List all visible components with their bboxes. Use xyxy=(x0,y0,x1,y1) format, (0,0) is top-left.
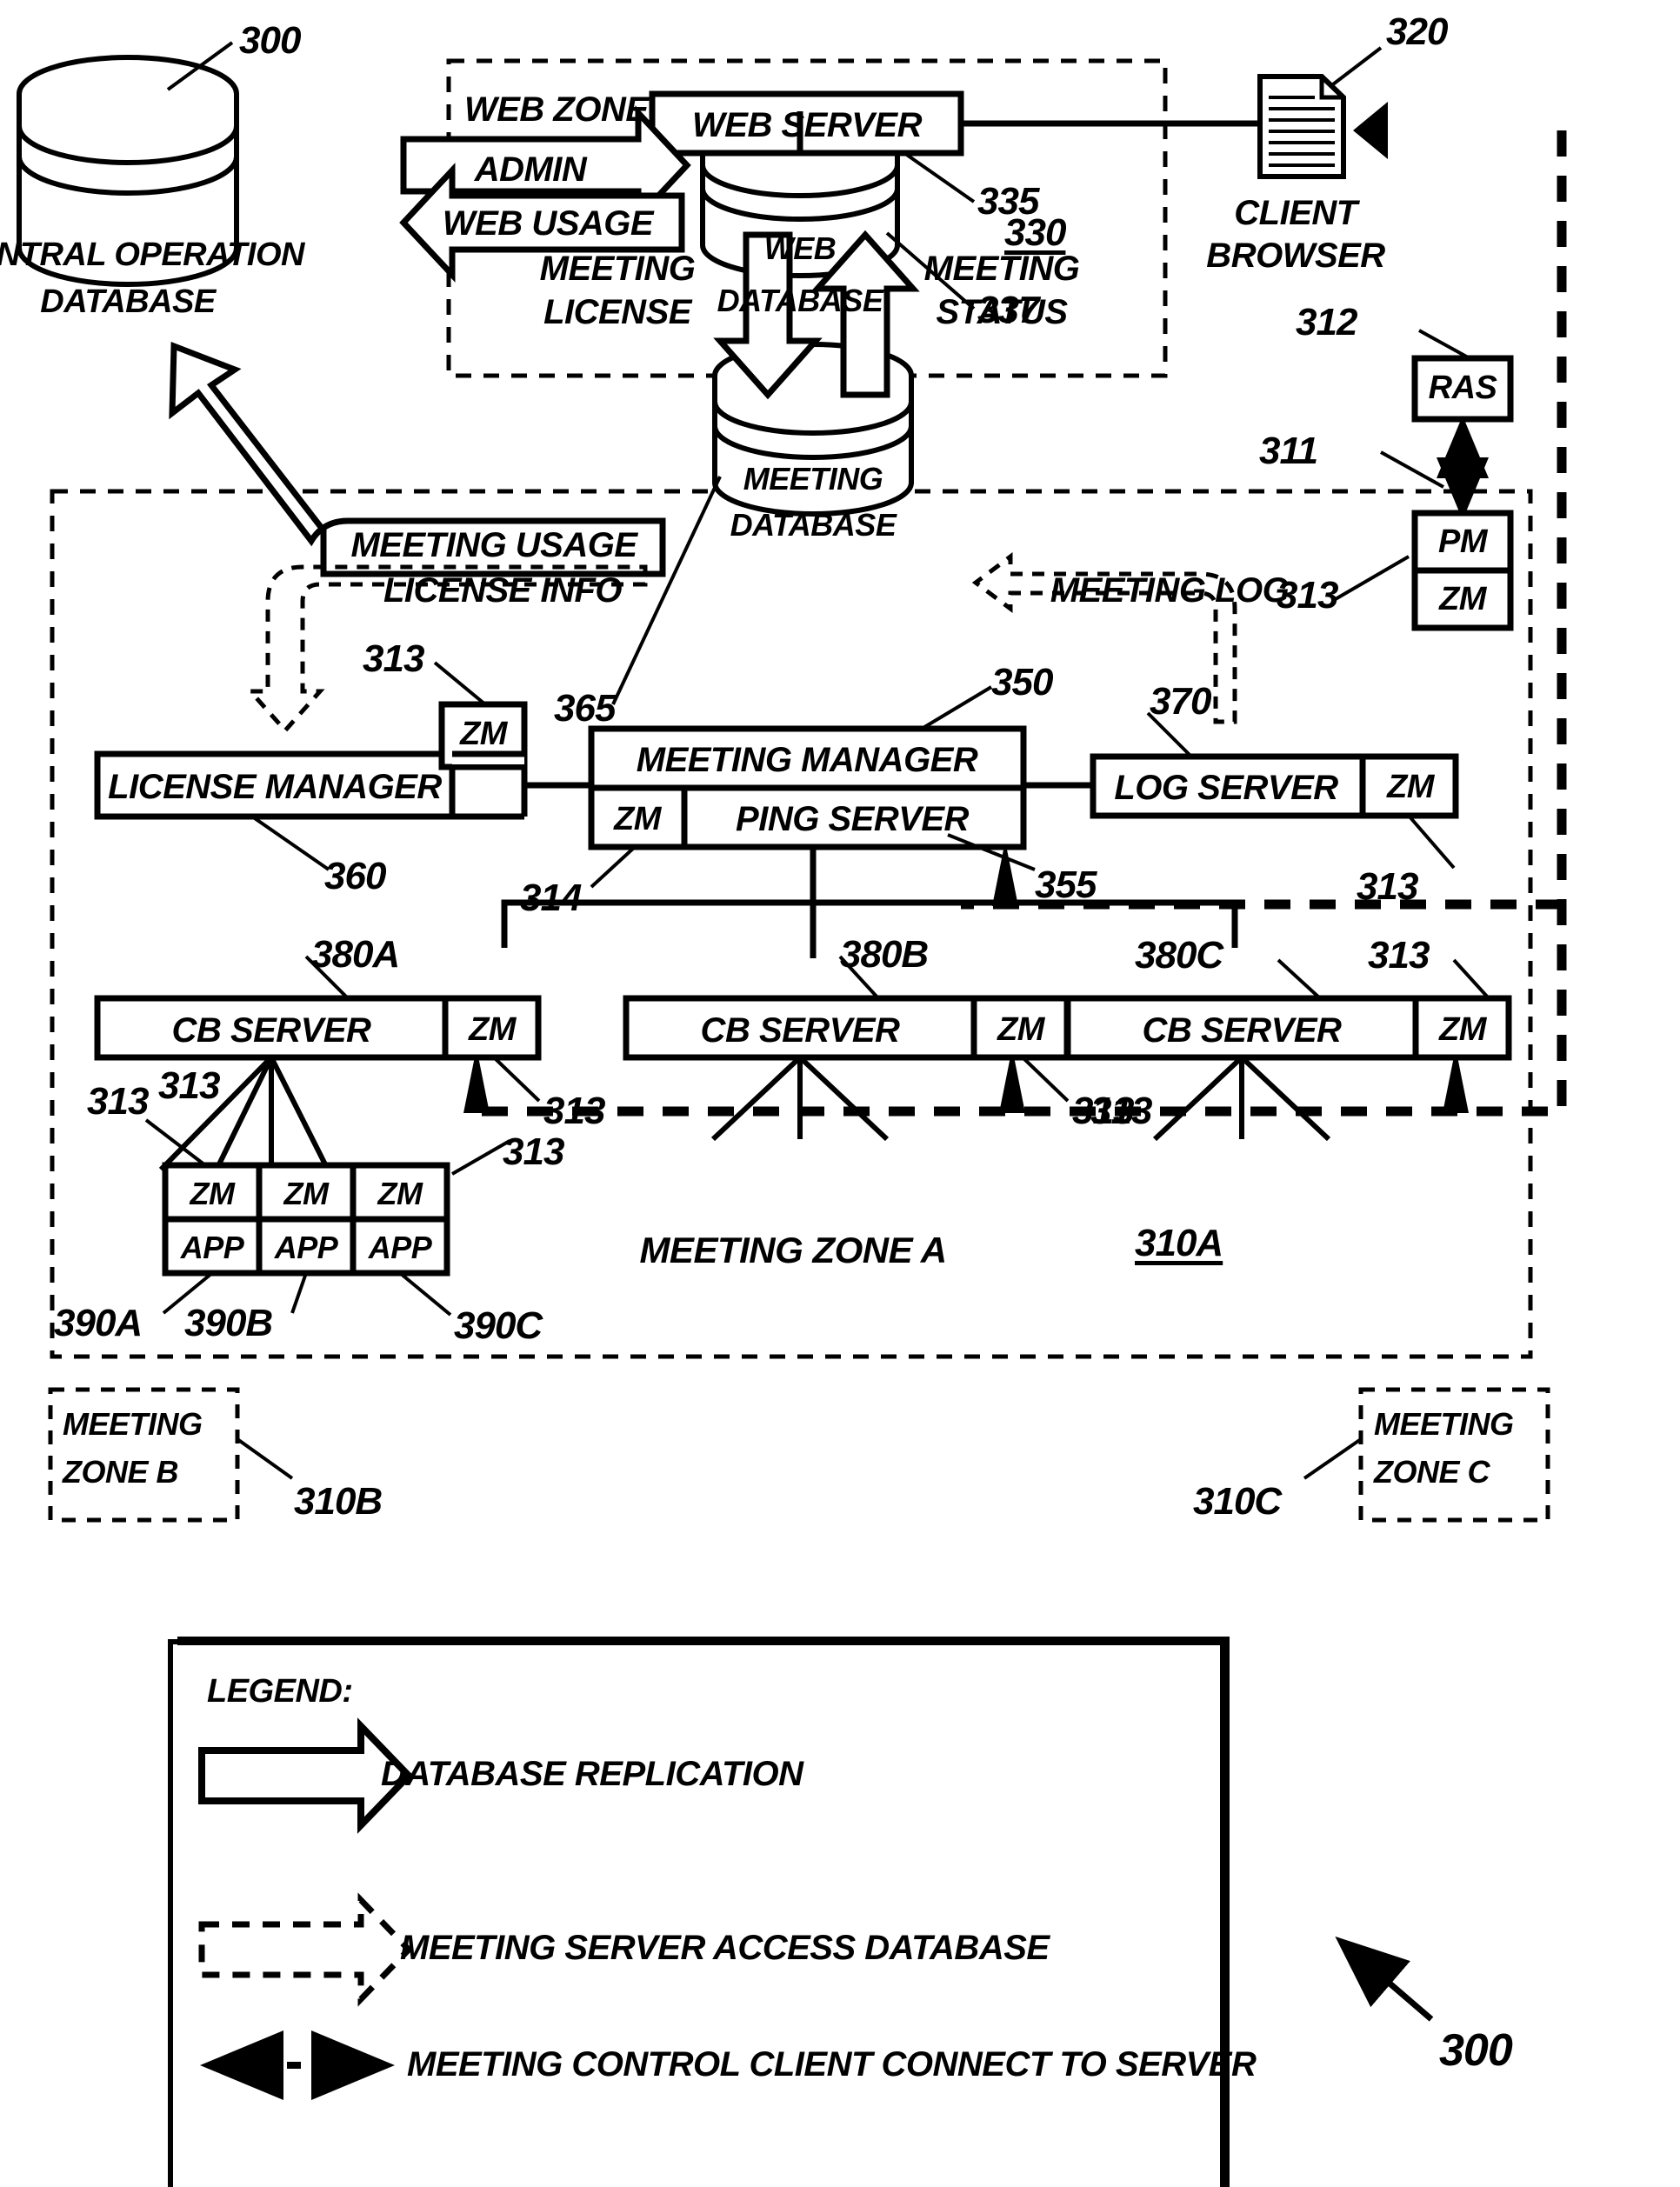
license-manager-label: LICENSE MANAGER xyxy=(108,768,442,806)
legend-item-2-text: MEETING CONTROL CLIENT CONNECT TO SERVER xyxy=(407,2045,1257,2084)
license-manager-zm-label: ZM xyxy=(460,716,507,752)
log-server-zm-label: ZM xyxy=(1387,769,1434,805)
client-browser-arrowhead xyxy=(1353,102,1388,159)
ref-360: 360 xyxy=(324,855,386,897)
app-b-zm-label: ZM xyxy=(283,1176,329,1211)
meeting-manager-label: MEETING MANAGER xyxy=(636,741,978,779)
meeting-database-line1: MEETING xyxy=(743,461,883,497)
diagram-artwork xyxy=(17,41,1567,2187)
web-zone-label: WEB ZONE xyxy=(464,90,649,129)
app-c-label: APP xyxy=(368,1230,432,1265)
ref-313-cb-c-zm: 313 xyxy=(1368,934,1430,977)
ref-390B: 390B xyxy=(184,1302,273,1344)
admin-flow-label: ADMIN xyxy=(474,150,587,189)
meeting-license-line1: MEETING xyxy=(539,250,696,288)
meeting-zone-b-line2: ZONE B xyxy=(63,1454,179,1490)
ref-313-log-zm: 313 xyxy=(1357,865,1418,908)
ref-312: 312 xyxy=(1296,301,1357,343)
legend-item-0-text: DATABASE REPLICATION xyxy=(381,1755,803,1793)
meeting-usage-flow-label: MEETING USAGE xyxy=(350,526,637,564)
ref-355: 355 xyxy=(1035,863,1097,906)
client-browser-shape xyxy=(1257,74,1346,179)
ref-350: 350 xyxy=(991,661,1053,703)
log-server-label: LOG SERVER xyxy=(1114,769,1338,807)
ref-311: 311 xyxy=(1259,430,1318,472)
ref-365: 365 xyxy=(554,687,616,730)
patent-figure: CENTRAL OPERATION DATABASE 300 WEB ZONE … xyxy=(0,0,1680,2187)
app-a-zm-label: ZM xyxy=(190,1176,235,1211)
ref-310C: 310C xyxy=(1193,1480,1282,1523)
pm-zm-label: ZM xyxy=(1439,581,1486,617)
app-c-zm-label: ZM xyxy=(377,1176,423,1211)
cb-server-b-label: CB SERVER xyxy=(700,1011,900,1050)
ref-300-bottom: 300 xyxy=(1439,2025,1513,2076)
ref-313-cb-c-fan: 313 xyxy=(1090,1090,1152,1132)
ref-300-top: 300 xyxy=(239,19,301,62)
cb-server-a-label: CB SERVER xyxy=(171,1011,371,1050)
web-usage-flow-label: WEB USAGE xyxy=(442,204,654,243)
cb-server-c-label: CB SERVER xyxy=(1142,1011,1342,1050)
meeting-status-line1: MEETING xyxy=(923,250,1080,288)
cb-server-c-zm-label: ZM xyxy=(1439,1011,1486,1048)
ref-313-license-zm: 313 xyxy=(363,637,424,680)
cb-server-a-zm-label: ZM xyxy=(469,1011,516,1048)
legend-box-shape xyxy=(168,1639,1225,2187)
ref-380A: 380A xyxy=(311,933,400,976)
ref-380C: 380C xyxy=(1135,934,1223,977)
web-server-label: WEB SERVER xyxy=(692,106,922,144)
ref-380B: 380B xyxy=(840,933,929,976)
meeting-zone-c-line1: MEETING xyxy=(1374,1406,1514,1442)
figure-ref-arrow xyxy=(1335,1936,1434,2022)
central-operation-database-line1: CENTRAL OPERATION xyxy=(0,237,305,273)
web-database-line2: DATABASE xyxy=(717,283,883,318)
ref-310A: 310A xyxy=(1135,1222,1223,1264)
ref-370: 370 xyxy=(1150,680,1211,723)
meeting-zone-a-label: MEETING ZONE A xyxy=(639,1230,947,1270)
ping-server-label: PING SERVER xyxy=(736,800,969,838)
ref-313-app-mid: 313 xyxy=(158,1064,220,1107)
ras-label: RAS xyxy=(1428,370,1497,406)
web-database-line1: WEB xyxy=(763,230,837,266)
meeting-database-line2: DATABASE xyxy=(730,507,897,543)
ref-313-app-right: 313 xyxy=(503,1130,564,1173)
meeting-log-flow-label: MEETING LOG xyxy=(1050,571,1290,610)
meeting-zone-c-line2: ZONE C xyxy=(1374,1454,1490,1490)
pm-label: PM xyxy=(1438,523,1488,560)
ref-335: 335 xyxy=(977,180,1039,223)
ref-313-app-left: 313 xyxy=(87,1080,149,1123)
ref-314: 314 xyxy=(520,877,582,919)
ref-390C: 390C xyxy=(454,1304,543,1347)
cb-server-b-zm-label: ZM xyxy=(997,1011,1044,1048)
legend-item-1-text: MEETING SERVER ACCESS DATABASE xyxy=(400,1929,1050,1967)
meeting-license-line2: LICENSE xyxy=(543,293,691,331)
central-operation-database-line2: DATABASE xyxy=(40,283,216,320)
license-info-flow-label: LICENSE INFO xyxy=(383,571,623,610)
ref-320: 320 xyxy=(1386,10,1448,53)
app-b-label: APP xyxy=(274,1230,338,1265)
app-a-label: APP xyxy=(180,1230,244,1265)
legend-title: LEGEND: xyxy=(207,1673,353,1710)
client-browser-line2: BROWSER xyxy=(1206,237,1385,275)
ping-server-zm-label: ZM xyxy=(614,801,661,837)
ref-310B: 310B xyxy=(294,1480,383,1523)
meeting-zone-b-line1: MEETING xyxy=(63,1406,203,1442)
ref-390A: 390A xyxy=(54,1302,143,1344)
client-browser-line1: CLIENT xyxy=(1234,194,1357,232)
meeting-status-line2: STATUS xyxy=(936,293,1068,331)
tick-arrow-ping xyxy=(992,841,1018,906)
ref-313-cb-a-zm: 313 xyxy=(543,1090,605,1132)
